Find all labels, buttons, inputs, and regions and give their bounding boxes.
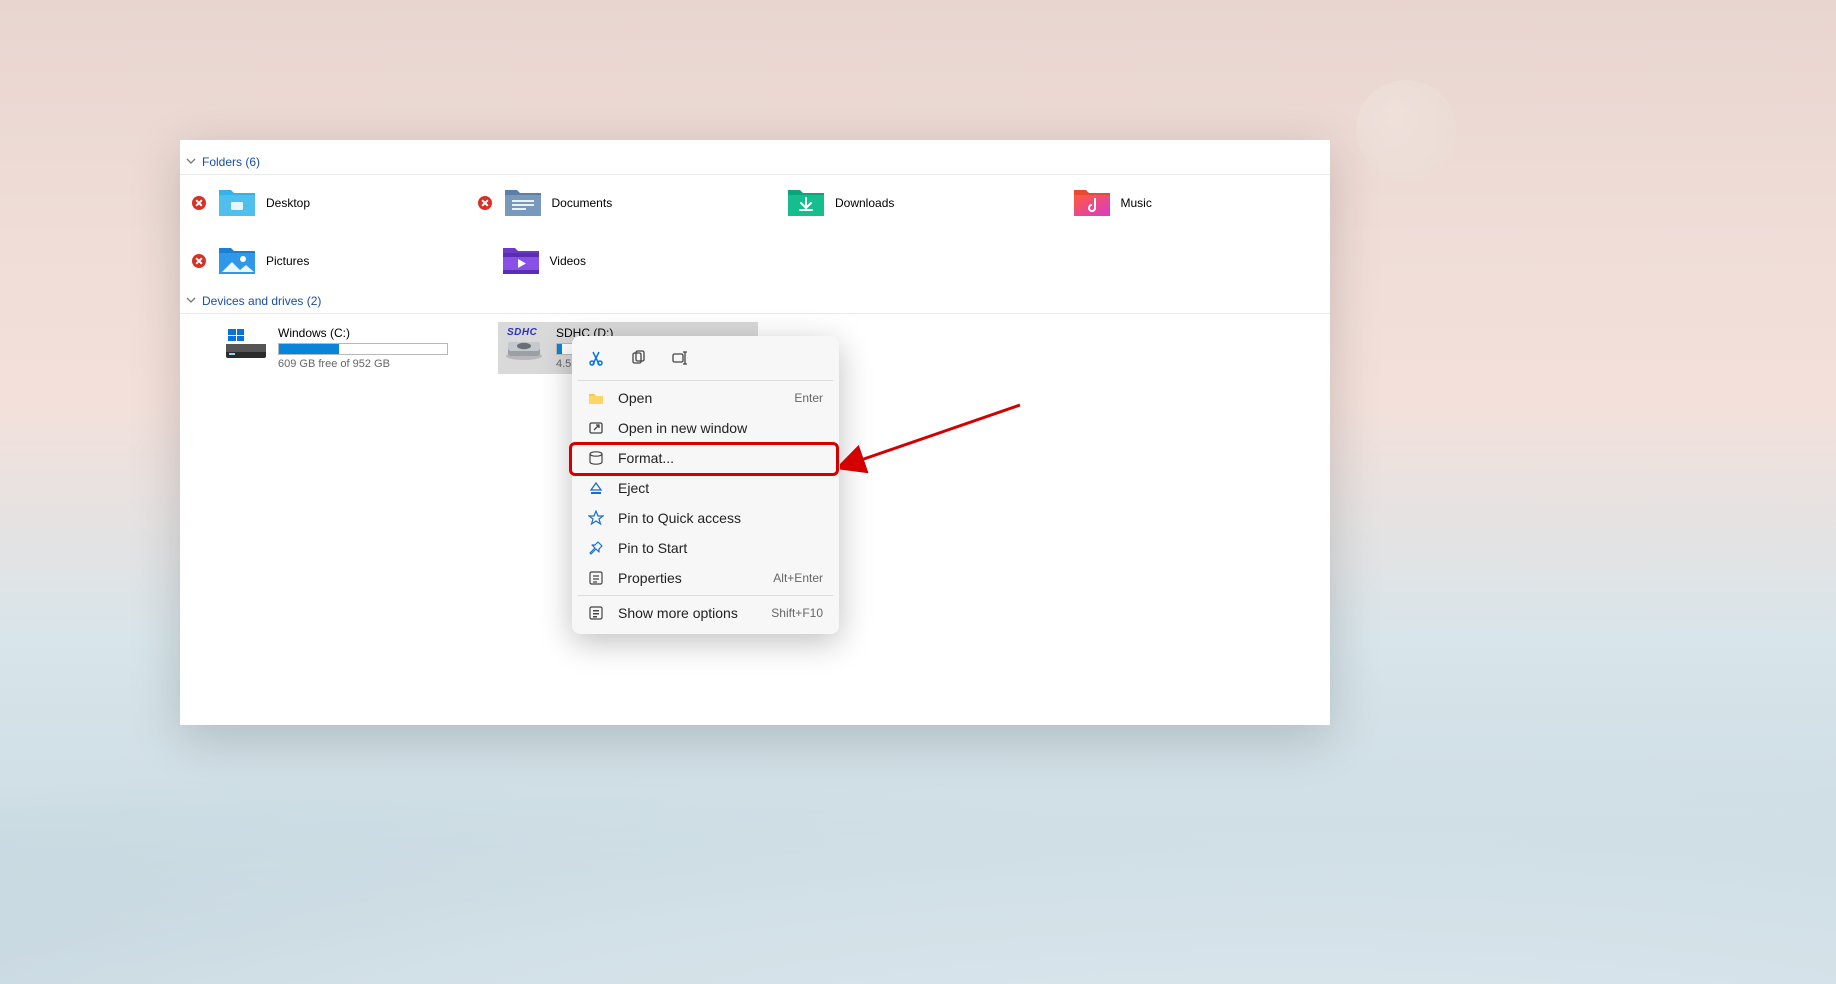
error-icon	[192, 254, 206, 268]
folder-desktop[interactable]: Desktop	[184, 185, 470, 221]
context-menu-top-actions	[578, 342, 833, 378]
menu-label: Open in new window	[618, 420, 747, 436]
error-icon	[478, 196, 492, 210]
menu-show-more-options[interactable]: Show more options Shift+F10	[578, 598, 833, 628]
drive-info: Windows (C:) 609 GB free of 952 GB	[278, 326, 476, 370]
drives-header-label: Devices and drives (2)	[202, 294, 321, 308]
drive-c-progress-fill	[279, 344, 339, 354]
desktop-folder-icon	[218, 188, 256, 218]
folder-label: Music	[1121, 196, 1152, 210]
pictures-folder-icon	[218, 246, 256, 276]
star-icon	[588, 510, 604, 526]
sdhc-badge: SDHC	[507, 327, 537, 338]
menu-shortcut: Shift+F10	[771, 606, 823, 620]
videos-folder-icon	[502, 246, 540, 276]
folder-label: Videos	[550, 254, 586, 268]
folder-label: Downloads	[835, 196, 894, 210]
menu-eject[interactable]: Eject	[578, 473, 833, 503]
folder-label: Pictures	[266, 254, 309, 268]
folder-music[interactable]: Music	[1041, 185, 1327, 221]
menu-shortcut: Enter	[794, 391, 823, 405]
folder-label: Desktop	[266, 196, 310, 210]
pin-icon	[588, 540, 604, 556]
menu-pin-start[interactable]: Pin to Start	[578, 533, 833, 563]
rename-button[interactable]	[668, 346, 692, 370]
folder-downloads[interactable]: Downloads	[755, 185, 1041, 221]
menu-properties[interactable]: Properties Alt+Enter	[578, 563, 833, 593]
copy-button[interactable]	[626, 346, 650, 370]
music-folder-icon	[1073, 188, 1111, 218]
drive-d-progress-fill	[557, 344, 562, 354]
drive-name: Windows (C:)	[278, 326, 476, 340]
drives-section-header[interactable]: Devices and drives (2)	[180, 289, 1330, 314]
drive-d-icon: SDHC	[502, 326, 546, 362]
new-window-icon	[588, 420, 604, 436]
downloads-folder-icon	[787, 188, 825, 218]
menu-label: Show more options	[618, 605, 738, 621]
menu-pin-quick-access[interactable]: Pin to Quick access	[578, 503, 833, 533]
properties-icon	[588, 570, 604, 586]
folder-label: Documents	[552, 196, 613, 210]
chevron-down-icon	[186, 155, 196, 169]
drive-c-icon	[224, 326, 268, 362]
menu-shortcut: Alt+Enter	[773, 571, 823, 585]
folder-open-icon	[588, 390, 604, 406]
drive-c-freespace: 609 GB free of 952 GB	[278, 358, 476, 370]
menu-label: Format...	[618, 450, 674, 466]
documents-folder-icon	[504, 188, 542, 218]
eject-icon	[588, 480, 604, 496]
error-icon	[192, 196, 206, 210]
menu-label: Pin to Start	[618, 540, 687, 556]
drive-windows-c[interactable]: Windows (C:) 609 GB free of 952 GB	[220, 322, 480, 374]
folder-videos[interactable]: Videos	[470, 243, 756, 279]
menu-label: Open	[618, 390, 652, 406]
folders-section-header[interactable]: Folders (6)	[180, 150, 1330, 175]
format-icon	[588, 450, 604, 466]
menu-divider	[578, 380, 833, 381]
menu-open-new-window[interactable]: Open in new window	[578, 413, 833, 443]
cut-button[interactable]	[584, 346, 608, 370]
folder-pictures[interactable]: Pictures	[184, 243, 470, 279]
folders-grid: Desktop Documents Downloads Music	[180, 175, 1330, 289]
menu-label: Eject	[618, 480, 649, 496]
moon-decoration	[1356, 80, 1456, 180]
menu-divider	[578, 595, 833, 596]
menu-label: Pin to Quick access	[618, 510, 741, 526]
context-menu: Open Enter Open in new window Format... …	[572, 336, 839, 634]
menu-label: Properties	[618, 570, 682, 586]
folder-documents[interactable]: Documents	[470, 185, 756, 221]
drive-c-progress	[278, 343, 448, 355]
more-options-icon	[588, 605, 604, 621]
folders-header-label: Folders (6)	[202, 155, 260, 169]
chevron-down-icon	[186, 294, 196, 308]
menu-format[interactable]: Format...	[578, 443, 833, 473]
menu-open[interactable]: Open Enter	[578, 383, 833, 413]
